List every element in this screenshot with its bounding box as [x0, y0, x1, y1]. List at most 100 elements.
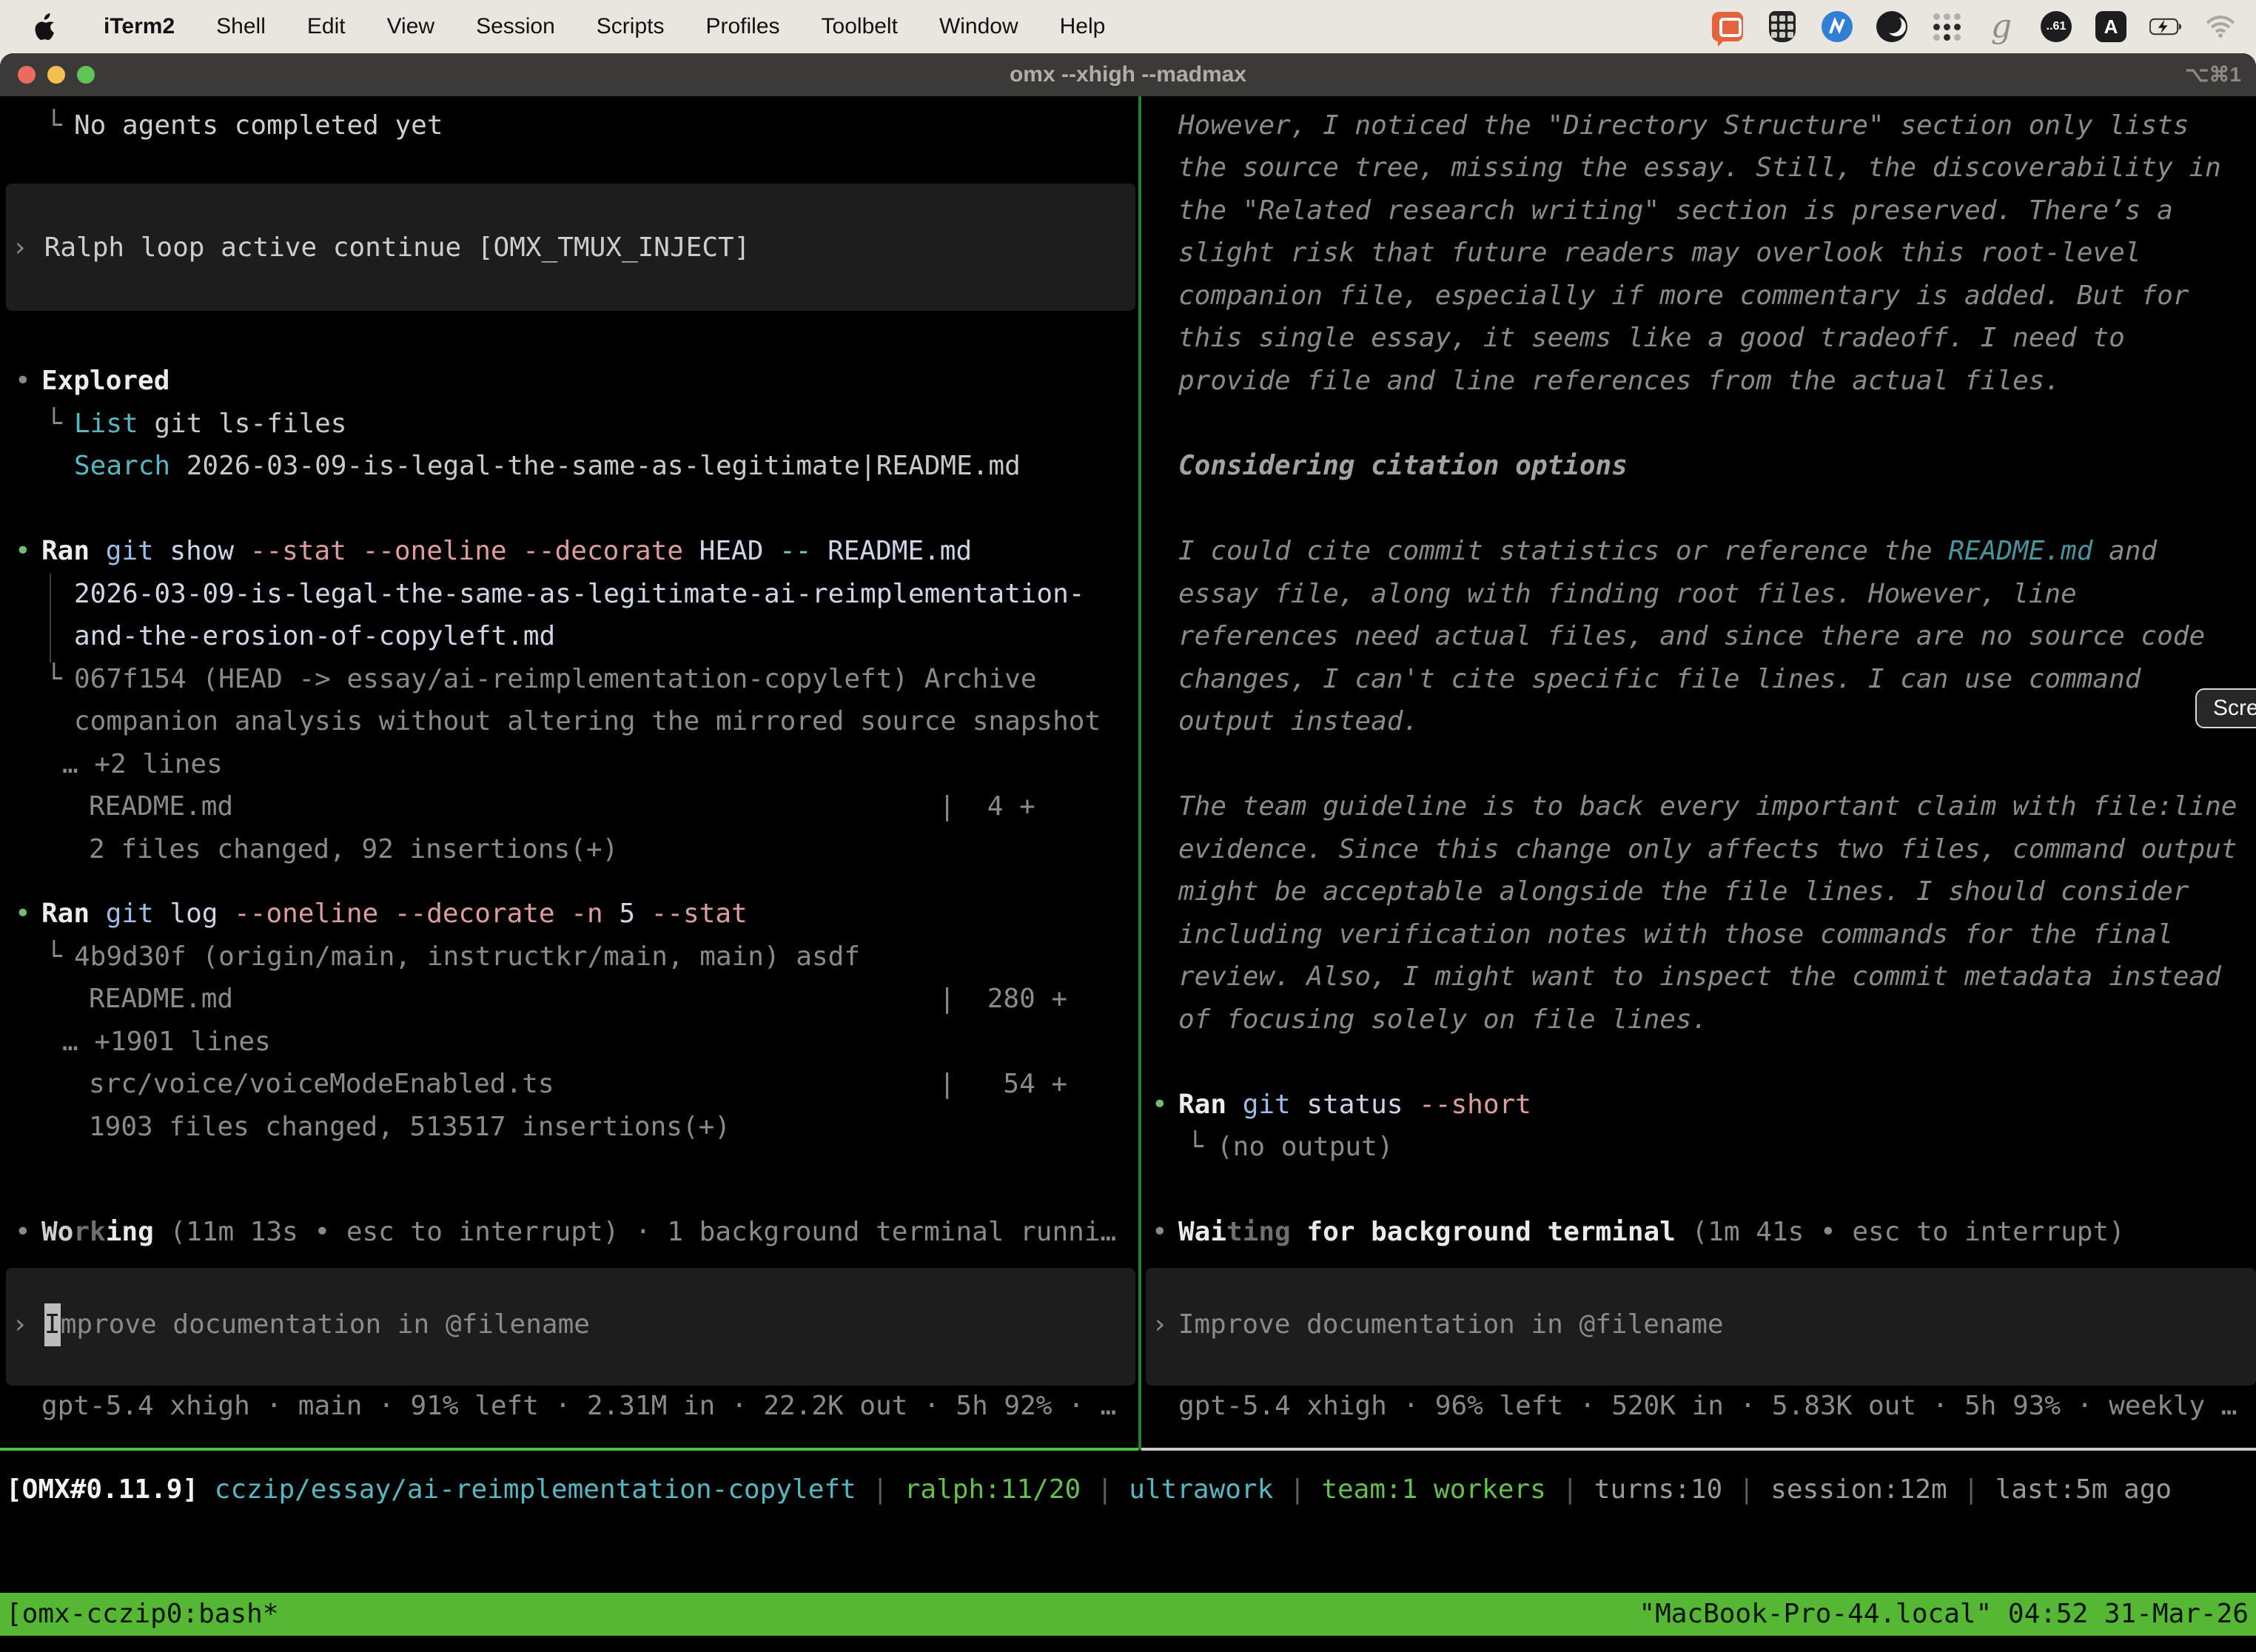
- tree-corner-icon: └: [46, 658, 74, 701]
- bullet-icon: •: [15, 360, 31, 403]
- menu-item-help[interactable]: Help: [1060, 14, 1106, 39]
- reasoning-heading: Considering citation options: [1178, 445, 1628, 488]
- left-pane-separator: [0, 1448, 1138, 1451]
- tree-guide-line: [50, 574, 51, 662]
- reasoning-paragraph-line: the "Related research writing" section i…: [1178, 189, 2173, 232]
- command-wrap-line: and-the-erosion-of-copyleft.md: [74, 615, 555, 658]
- bullet-icon: •: [15, 893, 31, 936]
- text-cursor: I: [44, 1303, 61, 1346]
- menu-item-session[interactable]: Session: [476, 14, 555, 39]
- tree-corner-icon: └: [1187, 1126, 1217, 1169]
- git-show-truncation-line: … +2 lines: [62, 743, 223, 786]
- wifi-icon[interactable]: [2204, 10, 2237, 43]
- window-shortcut-badge: ⌥⌘1: [2185, 53, 2241, 96]
- tmux-session-label[interactable]: [omx-cczip0:bash*: [6, 1593, 278, 1636]
- reasoning-paragraph-line: provide file and line references from th…: [1178, 360, 2061, 403]
- reasoning-paragraph-line: of focusing solely on file lines.: [1178, 998, 1708, 1041]
- ralph-inject-line: ›Ralph loop active continue [OMX_TMUX_IN…: [12, 226, 750, 269]
- working-status-line: Working (11m 13s • esc to interrupt) · 1…: [41, 1211, 1116, 1254]
- tmux-host-time-label: "MacBook-Pro-44.local" 04:52 31-Mar-26: [1639, 1593, 2249, 1636]
- git-log-stat-line: README.md | 280 +: [89, 978, 1067, 1021]
- badge-a-label: A: [2095, 11, 2126, 42]
- reasoning-paragraph-line: I could cite commit statistics or refere…: [1178, 530, 2157, 573]
- shield-shape: [1769, 11, 1796, 42]
- waiting-status-line: Waiting for background terminal (1m 41s …: [1178, 1211, 2125, 1254]
- reasoning-paragraph-line: changes, I can't cite specific file line…: [1178, 658, 2141, 701]
- window-title-bar[interactable]: omx --xhigh --madmax ⌥⌘1: [0, 53, 2256, 96]
- no-agents-line: └No agents completed yet: [46, 104, 443, 147]
- window-title: omx --xhigh --madmax: [0, 53, 2256, 96]
- right-prompt-line[interactable]: ›Improve documentation in @filename: [1152, 1303, 1724, 1346]
- menu-item-edit[interactable]: Edit: [307, 14, 346, 39]
- reasoning-paragraph-line: evidence. Since this change only affects…: [1178, 828, 2237, 871]
- dots-grid-icon[interactable]: [1930, 10, 1963, 43]
- left-model-status-line: gpt-5.4 xhigh · main · 91% left · 2.31M …: [41, 1385, 1116, 1428]
- bolt-shape: [1822, 11, 1853, 42]
- omx-status-bar: [OMX#0.11.9] cczip/essay/ai-reimplementa…: [6, 1468, 2172, 1511]
- tree-corner-icon: └: [46, 936, 74, 978]
- git-show-output-line: └067f154 (HEAD -> essay/ai-reimplementat…: [46, 658, 1036, 701]
- reasoning-paragraph-line: the source tree, missing the essay. Stil…: [1178, 147, 2221, 189]
- command-wrap-line: 2026-03-09-is-legal-the-same-as-legitima…: [74, 573, 1084, 616]
- chat-app-icon[interactable]: [1711, 10, 1744, 43]
- prompt-chevron-icon: ›: [12, 232, 28, 263]
- menu-item-shell[interactable]: Shell: [216, 14, 266, 39]
- menu-item-app[interactable]: iTerm2: [104, 14, 175, 39]
- menu-bar: iTerm2 Shell Edit View Session Scripts P…: [0, 0, 2256, 53]
- git-log-truncation-line: … +1901 lines: [62, 1021, 271, 1064]
- shield-grid-icon[interactable]: [1766, 10, 1799, 43]
- explored-title: Explored: [41, 360, 169, 403]
- letter-a-icon[interactable]: A: [2095, 10, 2127, 43]
- git-show-summary-line: 2 files changed, 92 insertions(+): [89, 828, 618, 871]
- right-model-status-line: gpt-5.4 xhigh · 96% left · 520K in · 5.8…: [1178, 1385, 2237, 1428]
- menu-item-view[interactable]: View: [387, 14, 434, 39]
- reasoning-paragraph-line: slight risk that future readers may over…: [1178, 232, 2141, 275]
- ran-git-status-command: Ran git status --short: [1178, 1084, 1531, 1126]
- reasoning-paragraph-line: However, I noticed the "Directory Struct…: [1178, 104, 2189, 147]
- git-log-output-line: └4b9d30f (origin/main, instructkr/main, …: [46, 936, 860, 978]
- ran-git-show-command: Ran git show --stat --oneline --decorate…: [41, 530, 972, 573]
- tree-corner-icon: └: [46, 104, 74, 147]
- g-squiggle-icon[interactable]: g: [1985, 10, 2018, 43]
- explored-list-line: └List git ls-files: [46, 403, 346, 446]
- reasoning-paragraph-line: this single essay, it seems like a good …: [1178, 317, 2125, 360]
- dots-shape: [1933, 13, 1961, 41]
- crescent-icon[interactable]: [1876, 10, 1908, 43]
- iterm-window: omx --xhigh --madmax ⌥⌘1 └No agents comp…: [0, 53, 2256, 1652]
- reasoning-paragraph-line: review. Also, I might want to inspect th…: [1178, 956, 2221, 998]
- git-log-stat-line: src/voice/voiceModeEnabled.ts | 54 +: [89, 1063, 1067, 1106]
- prompt-chevron-icon: ›: [1152, 1309, 1168, 1340]
- menu-item-scripts[interactable]: Scripts: [597, 14, 665, 39]
- bullet-icon: •: [15, 1211, 31, 1254]
- tree-corner-icon: └: [46, 403, 74, 446]
- left-prompt-line[interactable]: ›Improve documentation in @filename: [12, 1303, 590, 1346]
- reasoning-paragraph-line: The team guideline is to back every impo…: [1178, 785, 2237, 828]
- screen-tooltip: Scre: [2195, 688, 2256, 728]
- badge-61-label: ..61: [2041, 11, 2072, 42]
- reasoning-paragraph-line: might be acceptable alongside the file l…: [1178, 870, 2189, 913]
- battery-icon[interactable]: [2149, 10, 2182, 43]
- menu-item-profiles[interactable]: Profiles: [705, 14, 779, 39]
- chat-bubble-shape: [1712, 12, 1743, 41]
- menu-item-window[interactable]: Window: [939, 14, 1018, 39]
- reasoning-paragraph-line: including verification notes with those …: [1178, 913, 2173, 956]
- pane-divider[interactable]: [1138, 96, 1141, 1450]
- bullet-icon: •: [15, 530, 31, 573]
- terminal-content: └No agents completed yet ›Ralph loop act…: [0, 96, 2256, 1652]
- git-log-summary-line: 1903 files changed, 513517 insertions(+): [89, 1106, 731, 1149]
- apple-icon[interactable]: [30, 10, 62, 43]
- blue-bolt-icon[interactable]: [1821, 10, 1853, 43]
- explored-search-line: Search 2026-03-09-is-legal-the-same-as-l…: [74, 445, 1021, 488]
- tmux-status-bar: [omx-cczip0:bash* "MacBook-Pro-44.local"…: [0, 1593, 2256, 1636]
- menu-item-toolbelt[interactable]: Toolbelt: [822, 14, 898, 39]
- crescent-shape: [1876, 11, 1907, 42]
- bullet-icon: •: [1152, 1211, 1168, 1254]
- ran-git-log-command: Ran git log --oneline --decorate -n 5 --…: [41, 893, 748, 936]
- reasoning-paragraph-line: references need actual files, and since …: [1178, 615, 2205, 658]
- git-show-stat-line: README.md | 4 +: [89, 785, 1035, 828]
- badge-61-icon[interactable]: ..61: [2040, 10, 2072, 43]
- reasoning-paragraph-line: essay file, along with finding root file…: [1178, 573, 2077, 616]
- reasoning-paragraph-line: companion file, especially if more comme…: [1178, 275, 2189, 318]
- prompt-chevron-icon: ›: [12, 1309, 28, 1340]
- reasoning-paragraph-line: output instead.: [1178, 700, 1419, 743]
